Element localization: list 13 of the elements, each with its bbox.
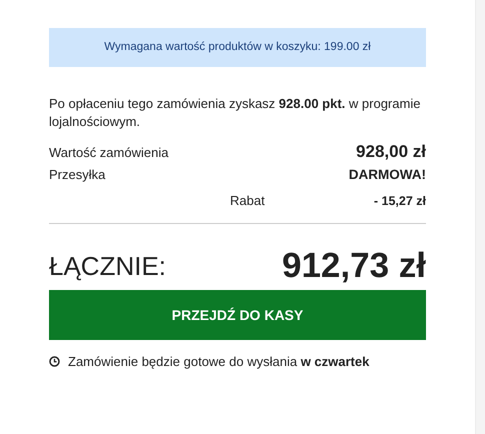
summary-label: Wartość zamówienia (49, 144, 168, 162)
summary-label: Przesyłka (49, 166, 106, 184)
summary-value: 928,00 zł (356, 141, 426, 164)
checkout-button[interactable]: PRZEJDŹ DO KASY (49, 290, 426, 340)
discount-value: - 15,27 zł (374, 193, 426, 210)
total-value: 912,73 zł (282, 244, 426, 287)
delivery-text: Zamówienie będzie gotowe do wysłania w czwartek (68, 353, 370, 371)
loyalty-text: Po opłaceniu tego zamówienia zyskasz 928.00 pkt. w programie lojalnościowym. (49, 95, 422, 132)
total-label: ŁĄCZNIE: (49, 250, 166, 282)
summary-value: DARMOWA! (348, 166, 426, 184)
notice-banner: Wymagana wartość produktów w koszyku: 199.00 zł (49, 28, 426, 68)
discount-label: Rabat (230, 192, 265, 210)
clock-icon (49, 356, 60, 368)
